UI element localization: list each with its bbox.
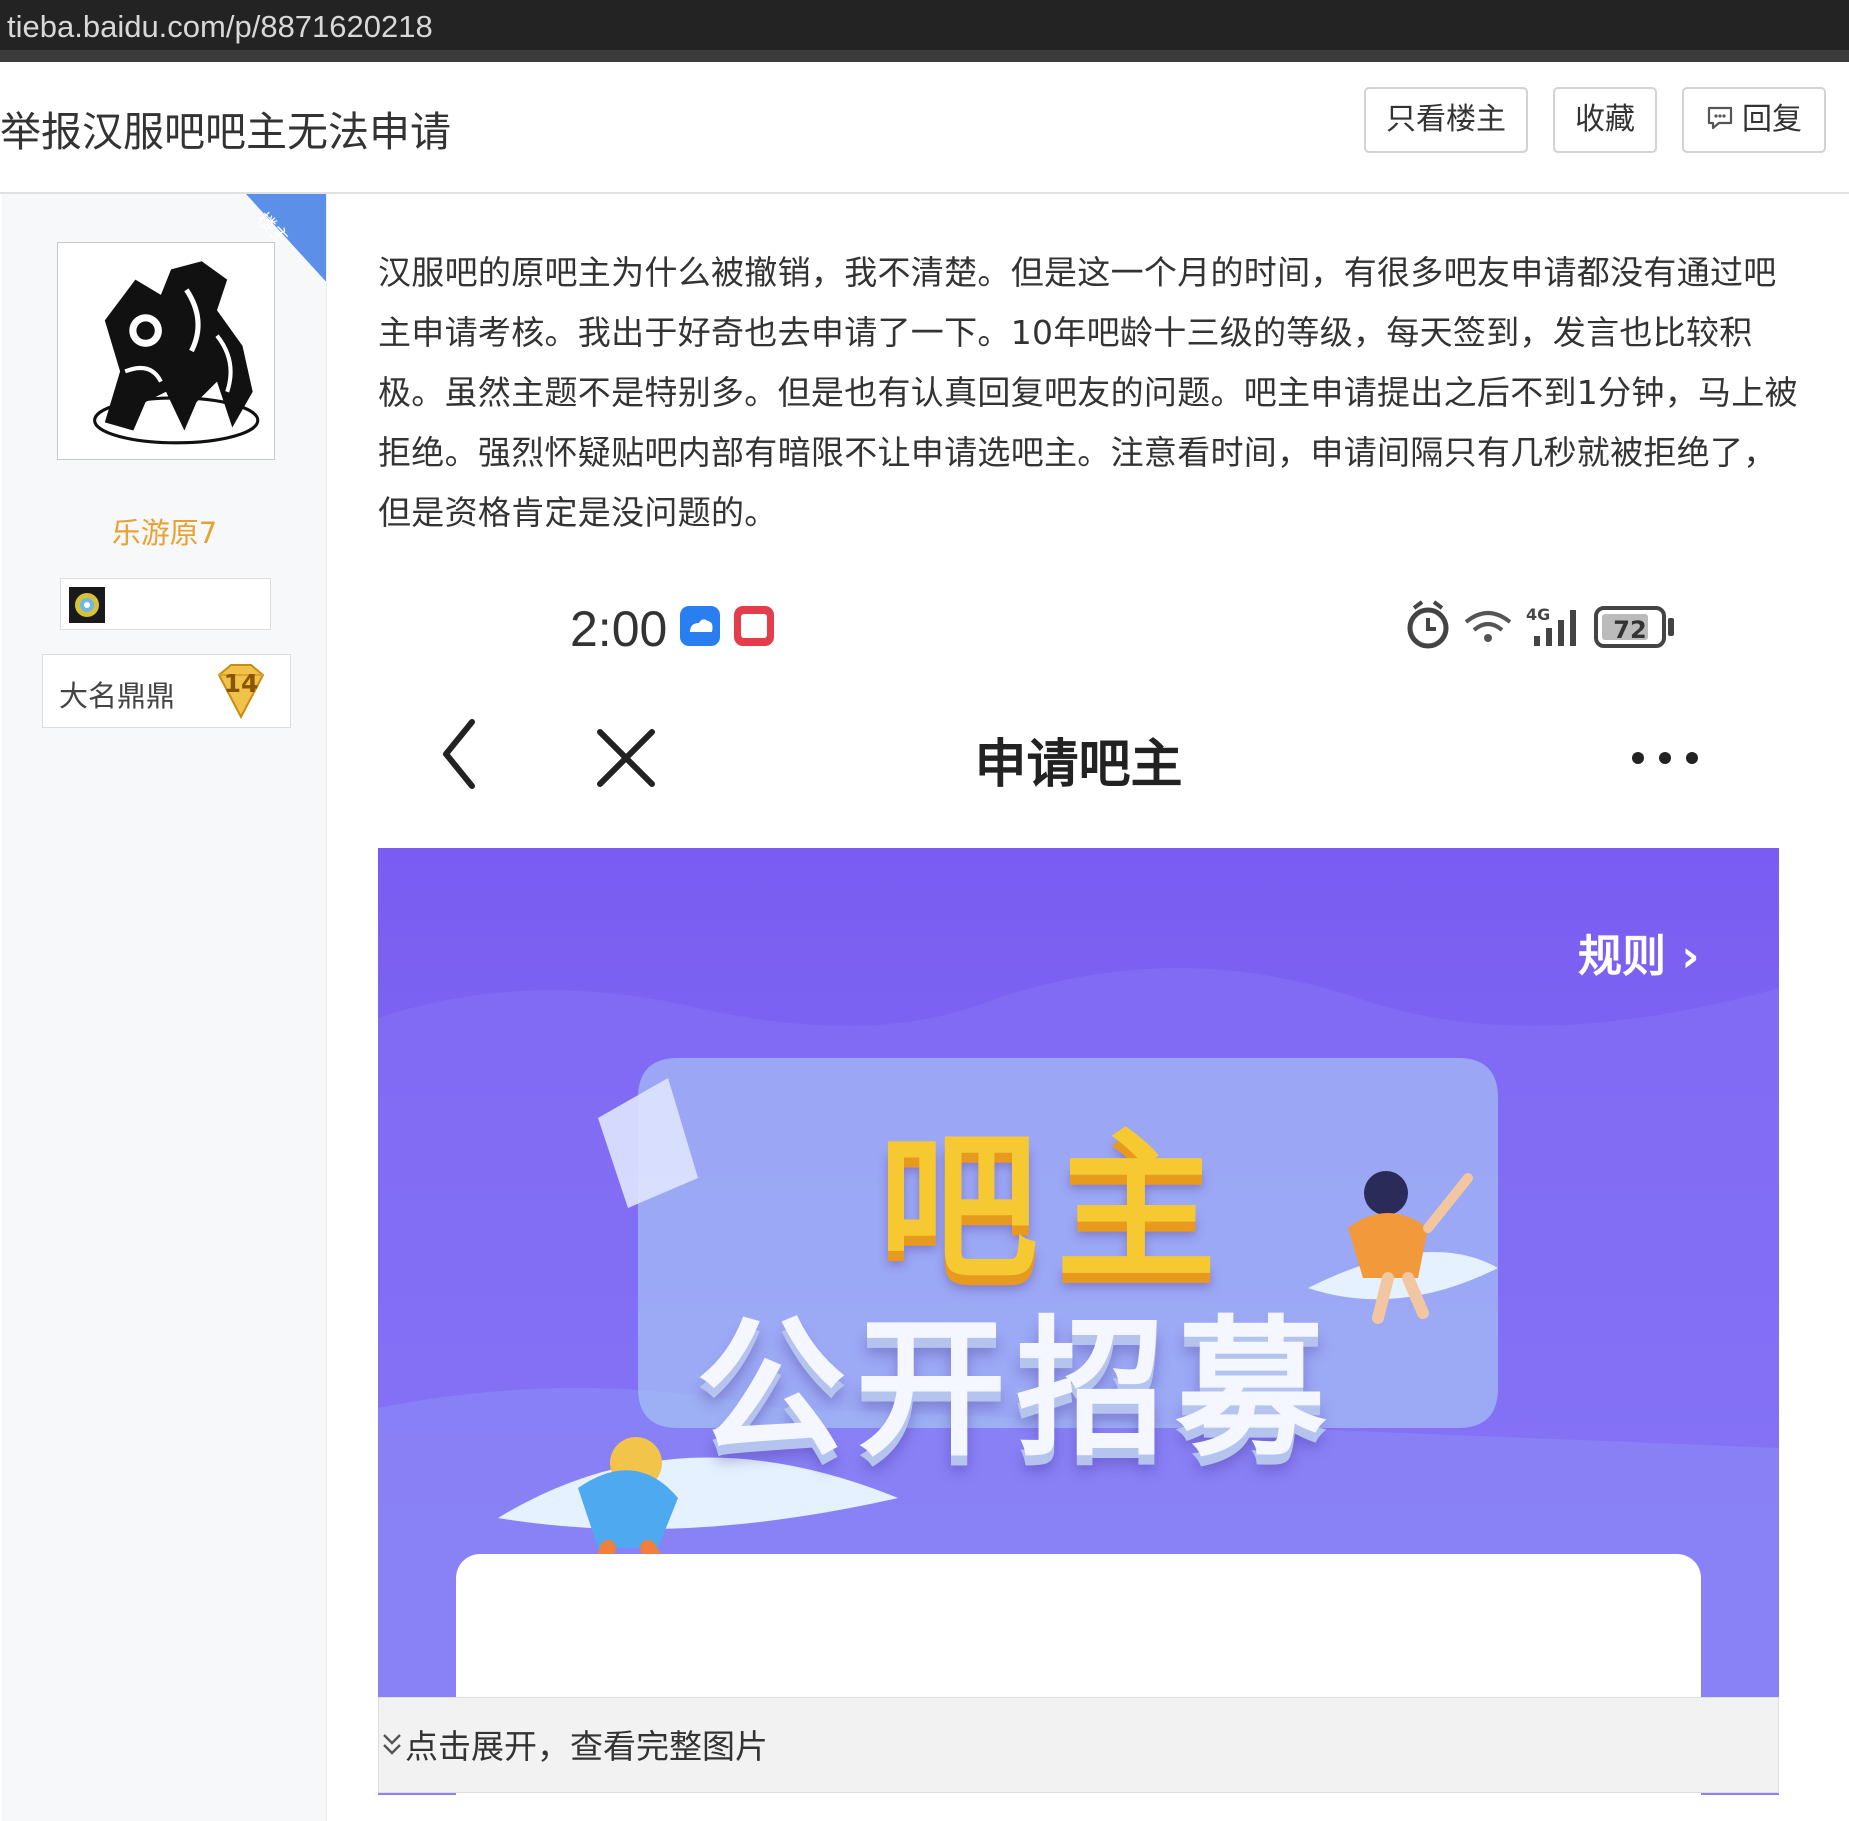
thread-title: 举报汉服吧吧主无法申请 [0, 108, 451, 156]
level-title: 大名鼎鼎 [59, 679, 176, 713]
favorite-button[interactable]: 收藏 [1553, 87, 1657, 153]
post-content: 汉服吧的原吧主为什么被撤销，我不清楚。但是这一个月的时间，有很多吧友申请都没有通… [378, 253, 1798, 532]
double-chevron-down-icon [383, 1734, 401, 1755]
url-text[interactable]: tieba.baidu.com/p/8871620218 [7, 9, 433, 44]
post-image[interactable]: 2:00 4G 72 申请吧主 规则 › 吧主 公开招募 [378, 570, 1779, 1795]
avatar-image [64, 249, 268, 453]
member-badge-row [60, 578, 271, 630]
network-type-label: 4G [1526, 605, 1550, 624]
reply-button[interactable]: 回复 [1682, 87, 1826, 153]
battery-level: 72 [1613, 616, 1646, 644]
author-sidebar: 楼主 乐游原7 大名鼎鼎 14 [2, 194, 327, 1821]
expand-image-label: 点击展开，查看完整图片 [405, 1727, 768, 1766]
system-status-icons: 4G 72 [1407, 600, 1674, 649]
reply-button-label: 回复 [1742, 102, 1802, 137]
status-right-icons: 4G 72 [1406, 598, 1706, 658]
author-name[interactable]: 乐游原7 [2, 510, 326, 552]
member-badge-icon[interactable] [69, 587, 105, 623]
more-icon[interactable] [1630, 750, 1700, 766]
expand-image-bar[interactable]: 点击展开，查看完整图片 [378, 1697, 1779, 1793]
level-number: 14 [223, 669, 259, 698]
comment-icon [1706, 105, 1734, 131]
url-bar[interactable]: tieba.baidu.com/p/8871620218 [0, 0, 1849, 62]
only-op-button[interactable]: 只看楼主 [1364, 87, 1528, 153]
phone-page-title: 申请吧主 [974, 735, 1183, 795]
rules-link[interactable]: 规则 › [1578, 920, 1699, 984]
status-time: 2:00 [570, 601, 668, 657]
recruit-banner: 规则 › 吧主 公开招募 [378, 848, 1779, 1795]
avatar[interactable] [57, 242, 275, 460]
notification-icons [680, 606, 774, 646]
hero-title-line2: 公开招募 [696, 1303, 1337, 1477]
level-badge[interactable]: 大名鼎鼎 14 [42, 654, 291, 728]
thread-header: 举报汉服吧吧主无法申请 只看楼主 收藏 回复 [0, 74, 1849, 194]
